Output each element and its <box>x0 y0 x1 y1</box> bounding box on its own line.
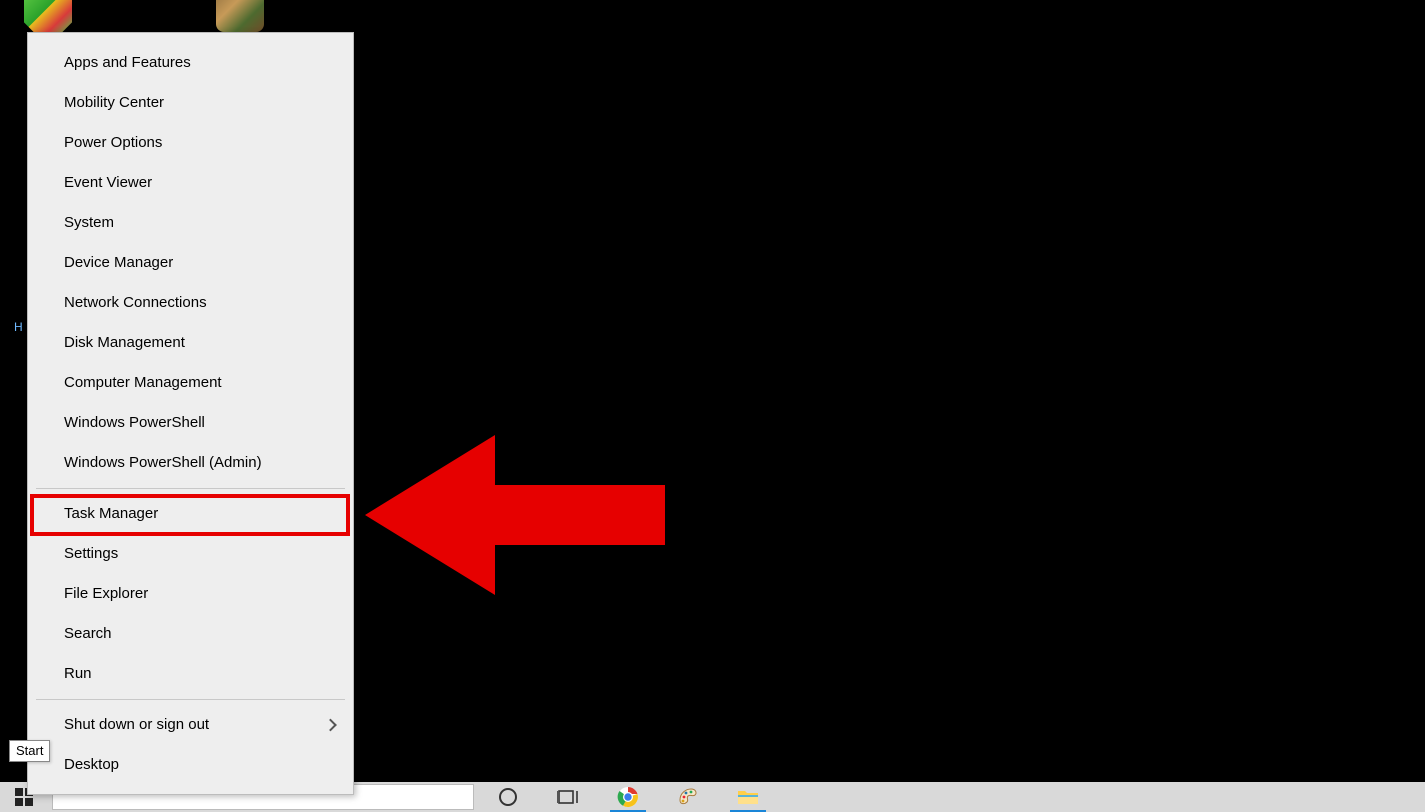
menu-item-run[interactable]: Run <box>28 654 353 694</box>
menu-item-label: Shut down or sign out <box>64 716 209 733</box>
menu-item-system[interactable]: System <box>28 203 353 243</box>
menu-item-label: Settings <box>64 545 118 562</box>
menu-item-shut-down-or-sign-out[interactable]: Shut down or sign out <box>28 705 353 745</box>
taskbar-app-chrome[interactable] <box>598 782 658 812</box>
menu-item-label: Power Options <box>64 134 162 151</box>
cortana-button[interactable] <box>478 782 538 812</box>
menu-item-label: Run <box>64 665 92 682</box>
menu-item-device-manager[interactable]: Device Manager <box>28 243 353 283</box>
desktop-shortcut-2[interactable] <box>200 0 280 36</box>
start-tooltip: Start <box>9 740 50 762</box>
menu-item-desktop[interactable]: Desktop <box>28 745 353 785</box>
menu-item-windows-powershell-admin[interactable]: Windows PowerShell (Admin) <box>28 443 353 483</box>
menu-item-label: Computer Management <box>64 374 222 391</box>
desktop-partial-label: H <box>14 320 23 334</box>
menu-separator <box>36 488 345 489</box>
file-explorer-icon <box>737 788 759 806</box>
annotation-arrow <box>365 435 670 595</box>
taskview-icon <box>557 788 579 806</box>
menu-item-power-options[interactable]: Power Options <box>28 123 353 163</box>
menu-item-mobility-center[interactable]: Mobility Center <box>28 83 353 123</box>
winx-context-menu: Apps and Features Mobility Center Power … <box>27 32 354 795</box>
menu-item-label: Search <box>64 625 112 642</box>
paint-icon <box>677 786 699 808</box>
menu-item-disk-management[interactable]: Disk Management <box>28 323 353 363</box>
menu-item-apps-and-features[interactable]: Apps and Features <box>28 43 353 83</box>
menu-item-label: Apps and Features <box>64 54 191 71</box>
taskbar-app-paint[interactable] <box>658 782 718 812</box>
menu-item-label: Task Manager <box>64 505 158 522</box>
menu-item-label: File Explorer <box>64 585 148 602</box>
game-icon <box>216 0 264 32</box>
menu-item-event-viewer[interactable]: Event Viewer <box>28 163 353 203</box>
menu-item-settings[interactable]: Settings <box>28 534 353 574</box>
app-green-icon <box>24 0 72 32</box>
menu-separator <box>36 699 345 700</box>
menu-item-network-connections[interactable]: Network Connections <box>28 283 353 323</box>
menu-item-search[interactable]: Search <box>28 614 353 654</box>
menu-item-label: Windows PowerShell (Admin) <box>64 454 262 471</box>
menu-item-label: Device Manager <box>64 254 173 271</box>
menu-item-label: Network Connections <box>64 294 207 311</box>
menu-item-file-explorer[interactable]: File Explorer <box>28 574 353 614</box>
menu-item-label: Event Viewer <box>64 174 152 191</box>
menu-item-label: Disk Management <box>64 334 185 351</box>
menu-item-computer-management[interactable]: Computer Management <box>28 363 353 403</box>
menu-item-task-manager[interactable]: Task Manager <box>28 494 353 534</box>
chrome-icon <box>617 786 639 808</box>
menu-item-label: Mobility Center <box>64 94 164 111</box>
menu-item-label: Windows PowerShell <box>64 414 205 431</box>
menu-item-windows-powershell[interactable]: Windows PowerShell <box>28 403 353 443</box>
task-view-button[interactable] <box>538 782 598 812</box>
cortana-ring-icon <box>498 787 518 807</box>
menu-item-label: System <box>64 214 114 231</box>
menu-item-label: Desktop <box>64 756 119 773</box>
taskbar-app-file-explorer[interactable] <box>718 782 778 812</box>
start-tooltip-text: Start <box>16 743 43 758</box>
